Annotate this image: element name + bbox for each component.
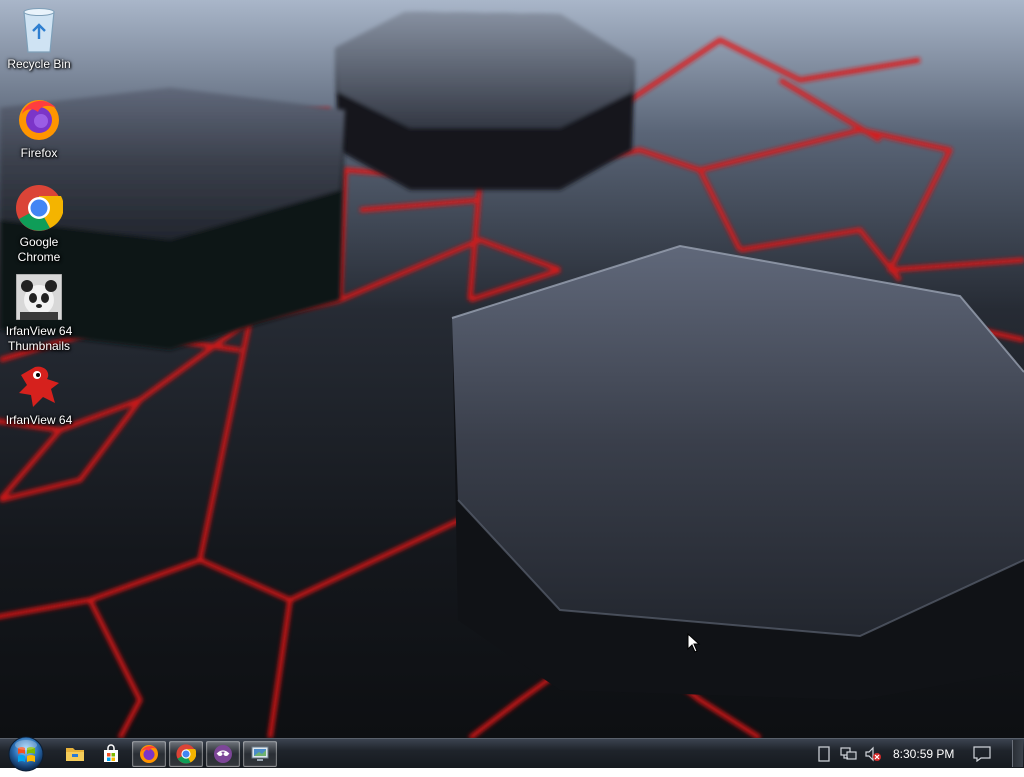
irfanview-icon [15,362,63,410]
desktop-icon-label: Recycle Bin [7,57,71,71]
firefox-icon [15,95,63,143]
store-icon [104,744,118,762]
desktop-icon-irfanview[interactable]: IrfanView 64 [2,362,76,428]
desktop-icon-label: Firefox [20,146,58,160]
taskbar-file-explorer[interactable] [58,741,92,767]
volume-muted-icon[interactable] [864,746,881,762]
desktop[interactable]: Recycle Bin Firefox Google Chrome IrfanV… [0,0,1024,738]
taskbar-chrome[interactable] [169,741,203,767]
taskbar: 8:30:59 PM [0,736,1024,772]
desktop-icon-firefox[interactable]: Firefox [2,95,76,161]
desktop-icon-google-chrome[interactable]: Google Chrome [2,184,76,265]
desktop-icon-recycle-bin[interactable]: Recycle Bin [2,6,76,72]
chrome-icon [176,744,196,764]
desktop-icon-label: Google Chrome [17,235,61,264]
irfanview-thumbnails-icon [15,273,63,321]
chrome-icon [15,184,63,232]
wallpaper-image [0,12,1024,738]
tablet-icon[interactable] [817,746,833,762]
system-clock[interactable]: 8:30:59 PM [893,747,954,761]
show-desktop-button[interactable] [1012,740,1023,767]
mouse-cursor-icon [687,633,701,653]
taskbar-store[interactable] [94,741,128,767]
remote-desktop-icon [251,746,269,761]
action-center-icon[interactable] [973,746,991,763]
taskbar-tor-browser[interactable] [206,741,240,767]
tor-browser-icon [214,745,232,763]
recycle-bin-icon [15,6,63,54]
network-icon[interactable] [840,746,857,762]
start-button[interactable] [7,734,45,772]
desktop-icon-label: IrfanView 64 Thumbnails [5,324,73,353]
file-explorer-icon [66,748,84,761]
windows-logo-icon [8,736,44,772]
taskbar-remote-desktop[interactable] [243,741,277,767]
firefox-icon [140,745,158,763]
desktop-icon-irfanview-thumbnails[interactable]: IrfanView 64 Thumbnails [2,273,76,354]
taskbar-firefox[interactable] [132,741,166,767]
desktop-icon-label: IrfanView 64 [5,413,73,427]
